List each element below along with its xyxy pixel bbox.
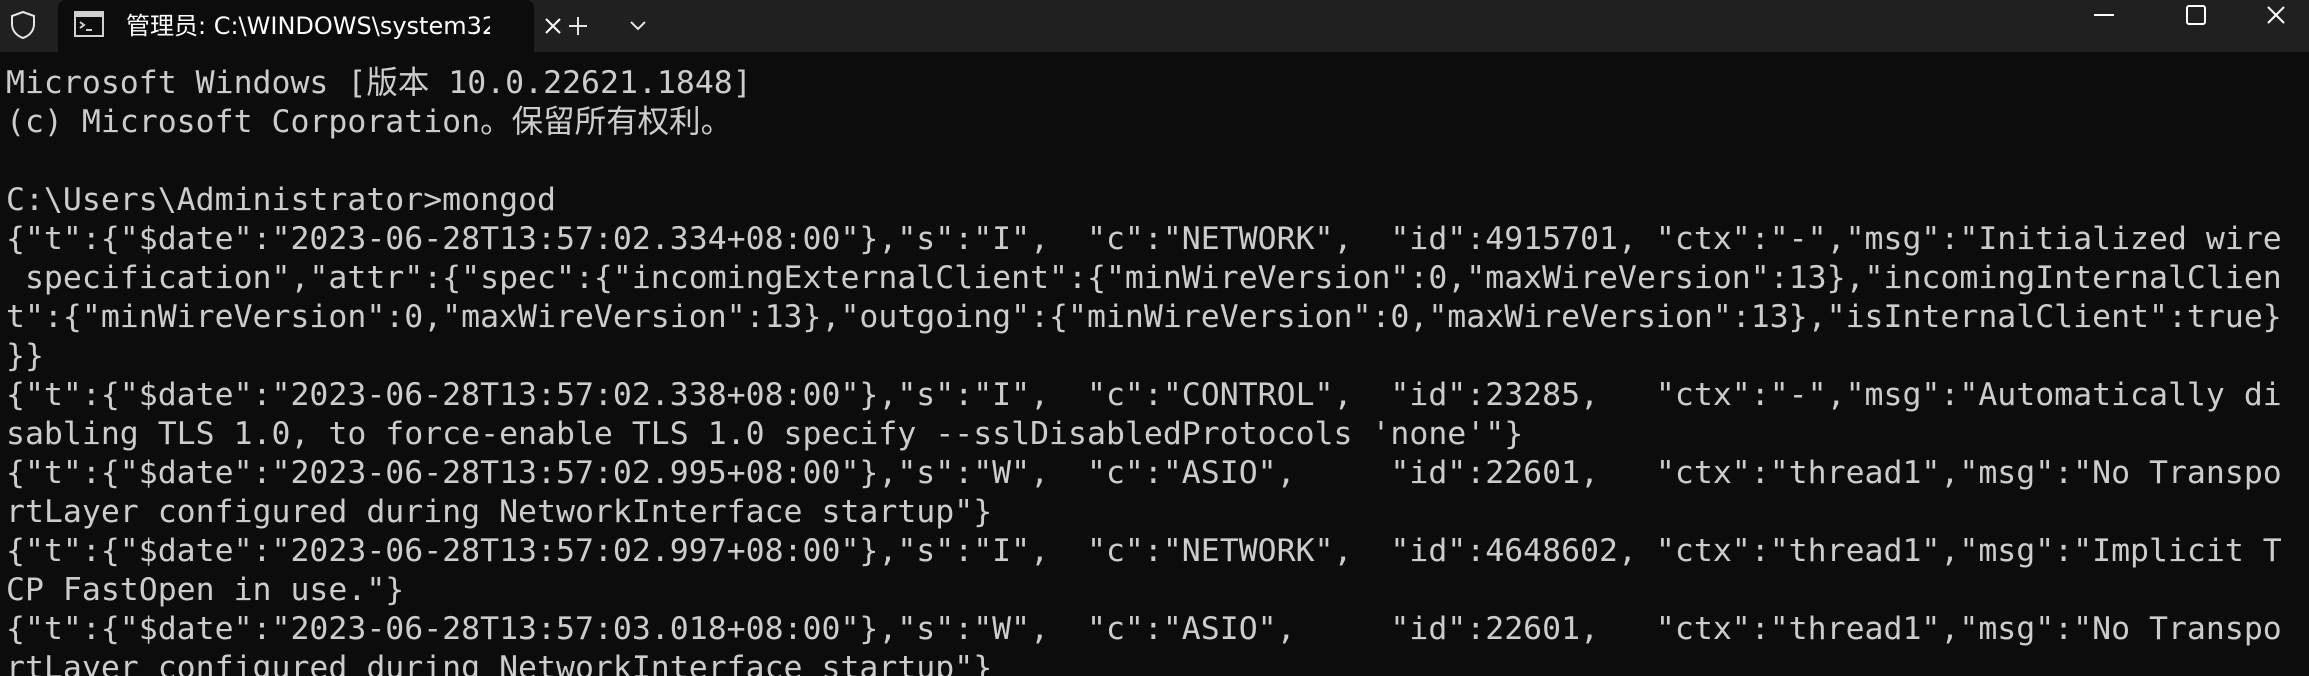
console-line: Microsoft Windows [版本 10.0.22621.1848] [6,65,752,101]
console-line: t":{"minWireVersion":0,"maxWireVersion":… [6,299,2282,335]
console-line: {"t":{"$date":"2023-06-28T13:57:02.995+0… [6,455,2282,491]
console-line: }} [6,338,44,374]
maximize-icon[interactable] [2150,0,2242,30]
tab-title: 管理员: C:\WINDOWS\system32\cmd.exe [126,12,490,40]
console-output[interactable]: Microsoft Windows [版本 10.0.22621.1848] (… [6,64,2286,676]
console-line: rtLayer configured during NetworkInterfa… [6,650,993,676]
console-line: sabling TLS 1.0, to force-enable TLS 1.0… [6,416,1524,452]
console-line: {"t":{"$date":"2023-06-28T13:57:02.997+0… [6,533,2282,569]
plus-icon[interactable] [557,5,599,47]
console-line: {"t":{"$date":"2023-06-28T13:57:02.338+0… [6,377,2282,413]
console-line: C:\Users\Administrator>mongod [6,182,556,218]
cmd-console-icon [74,11,104,37]
title-bar[interactable]: 管理员: C:\WINDOWS\system32\cmd.exe [0,0,2309,52]
minimize-icon[interactable] [2058,0,2150,30]
shield-icon[interactable] [6,8,40,42]
console-line: (c) Microsoft Corporation。保留所有权利。 [6,104,733,140]
console-line: CP FastOpen in use."} [6,572,405,608]
chevron-down-icon[interactable] [617,5,659,47]
tab-cmd[interactable]: 管理员: C:\WINDOWS\system32\cmd.exe [58,0,561,52]
console-line: rtLayer configured during NetworkInterfa… [6,494,993,530]
window-close-icon[interactable] [2242,0,2309,30]
terminal-window: 管理员: C:\WINDOWS\system32\cmd.exe [0,0,2309,676]
console-line: {"t":{"$date":"2023-06-28T13:57:02.334+0… [6,221,2282,257]
console-line: {"t":{"$date":"2023-06-28T13:57:03.018+0… [6,611,2282,647]
console-line: specification","attr":{"spec":{"incoming… [6,260,2282,296]
